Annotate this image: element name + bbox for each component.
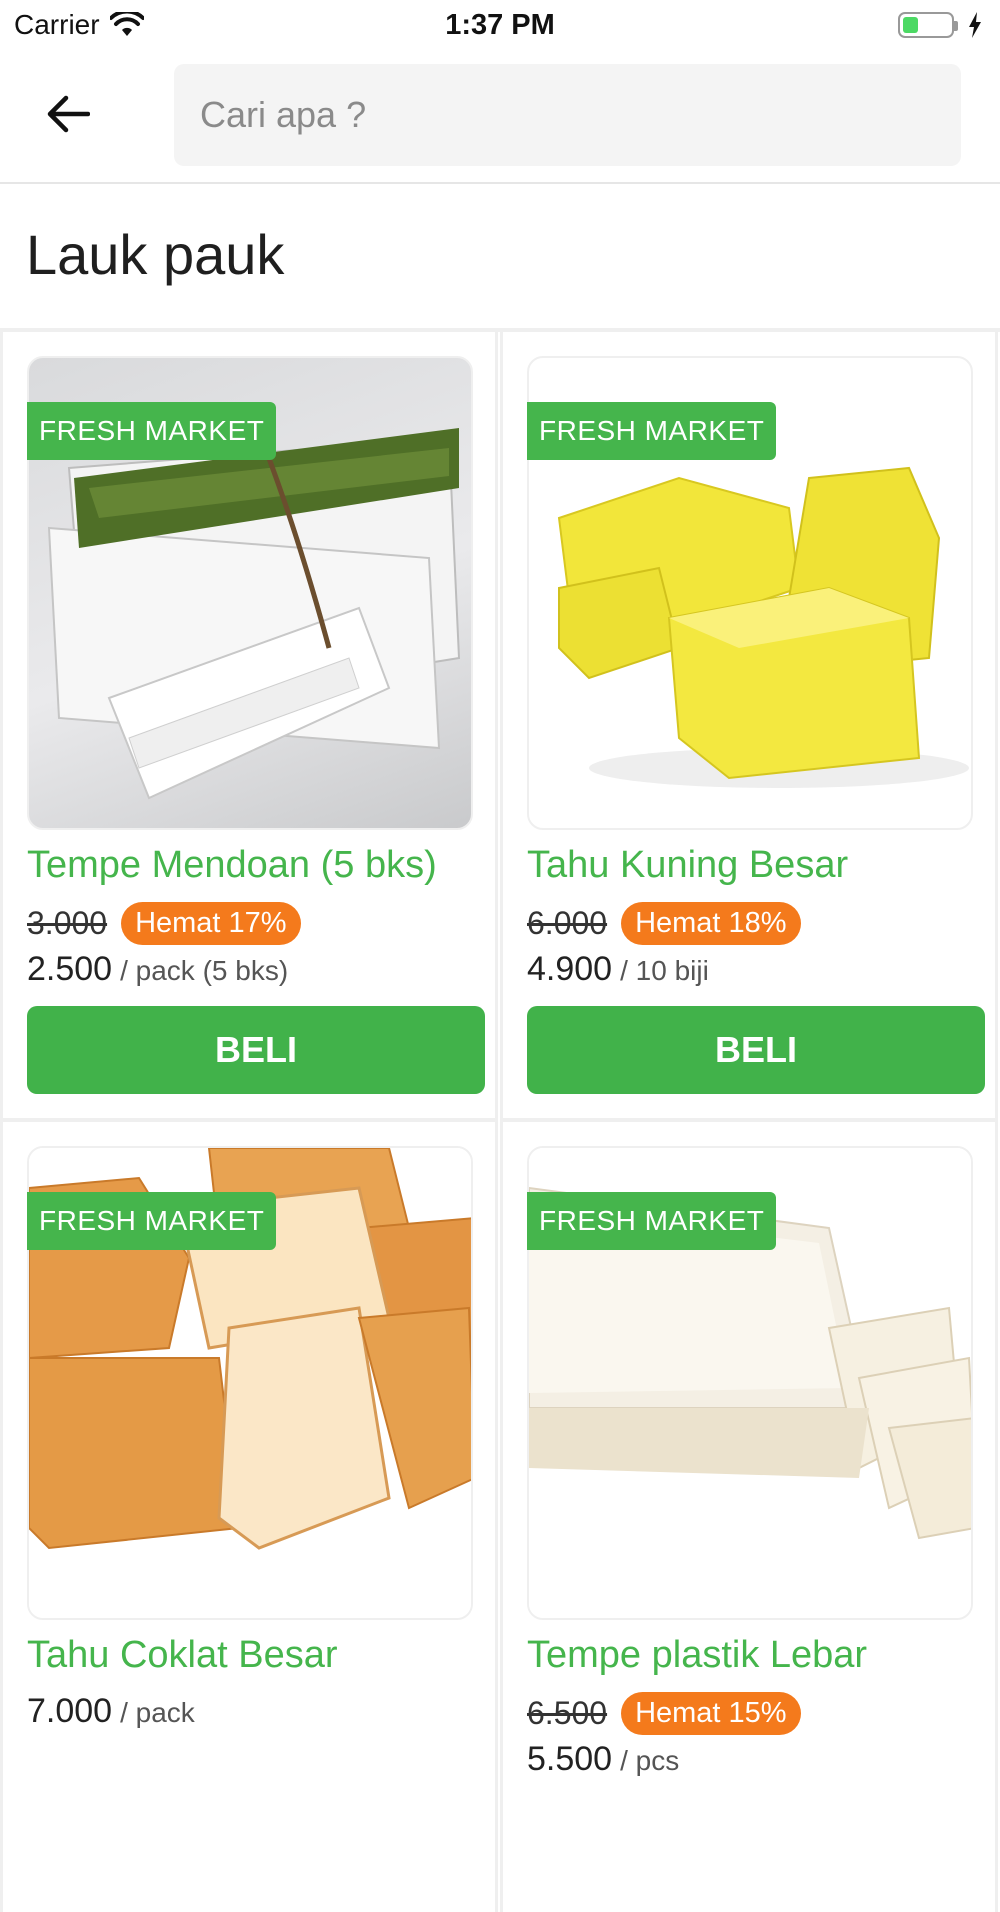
unit-label: / pcs: [620, 1745, 680, 1776]
product-card[interactable]: FRESH MARKET Tempe Mendoan (5 bks) 3.000…: [0, 332, 498, 1122]
old-price: 6.000: [527, 905, 608, 941]
arrow-left-icon: [46, 94, 90, 134]
price-row: 6.000 Hemat 18%: [527, 902, 801, 945]
product-name[interactable]: Tempe plastik Lebar: [527, 1634, 867, 1677]
search-input[interactable]: [200, 94, 961, 136]
product-card[interactable]: FRESH MARKET Tempe plastik Lebar 6.500 H…: [500, 1122, 998, 1912]
old-price: 3.000: [27, 905, 108, 941]
price: 7.000: [27, 1692, 113, 1730]
buy-button[interactable]: BELI: [27, 1006, 485, 1094]
status-right: [898, 12, 982, 38]
new-price-row: 2.500 / pack (5 bks): [27, 950, 288, 989]
header: [0, 58, 1000, 184]
fresh-market-badge: FRESH MARKET: [27, 402, 277, 460]
new-price-row: 7.000 / pack: [27, 1692, 195, 1731]
old-price: 6.500: [527, 1695, 608, 1731]
price-row: 3.000 Hemat 17%: [27, 902, 301, 945]
product-card[interactable]: FRESH MARKET Tahu Kuning Besar 6.000 Hem…: [500, 332, 998, 1122]
product-name[interactable]: Tempe Mendoan (5 bks): [27, 844, 437, 887]
product-name[interactable]: Tahu Kuning Besar: [527, 844, 848, 887]
fresh-market-badge: FRESH MARKET: [527, 1192, 777, 1250]
discount-badge: Hemat 15%: [621, 1692, 801, 1735]
new-price-row: 4.900 / 10 biji: [527, 950, 709, 989]
status-bar: Carrier 1:37 PM: [0, 0, 1000, 50]
buy-button[interactable]: BELI: [527, 1006, 985, 1094]
discount-badge: Hemat 17%: [121, 902, 301, 945]
back-button[interactable]: [34, 80, 102, 148]
charging-icon: [968, 12, 982, 38]
price: 5.500: [527, 1740, 613, 1778]
unit-label: / pack: [120, 1697, 195, 1728]
unit-label: / 10 biji: [620, 955, 709, 986]
price: 2.500: [27, 950, 113, 988]
carrier-label: Carrier: [14, 9, 100, 40]
fresh-market-badge: FRESH MARKET: [527, 402, 777, 460]
wifi-icon: [109, 12, 144, 38]
category-title: Lauk pauk: [26, 223, 285, 286]
discount-badge: Hemat 18%: [621, 902, 801, 945]
price-row: 6.500 Hemat 15%: [527, 1692, 801, 1735]
product-name[interactable]: Tahu Coklat Besar: [27, 1634, 338, 1677]
status-left: Carrier: [14, 9, 144, 41]
unit-label: / pack (5 bks): [120, 955, 289, 986]
search-box[interactable]: [174, 64, 961, 166]
new-price-row: 5.500 / pcs: [527, 1740, 679, 1779]
battery-icon: [898, 12, 958, 38]
product-card[interactable]: FRESH MARKET Tahu Coklat Besar 7.000 / p…: [0, 1122, 498, 1912]
price: 4.900: [527, 950, 613, 988]
fresh-market-badge: FRESH MARKET: [27, 1192, 277, 1250]
status-time: 1:37 PM: [445, 8, 555, 41]
